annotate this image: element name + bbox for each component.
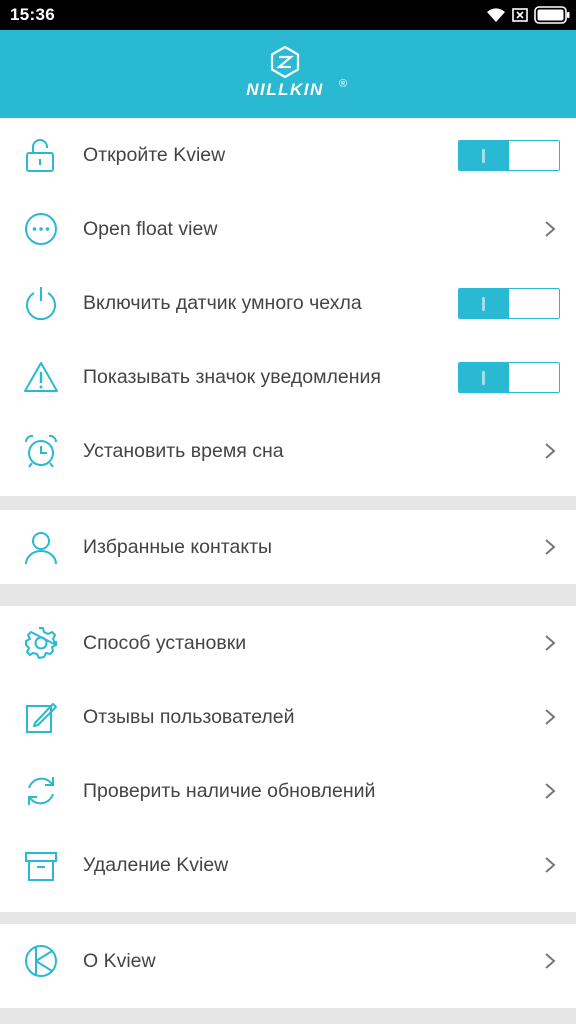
open-float-view-label: Open float view — [83, 218, 218, 240]
chevron-right-icon — [545, 709, 556, 725]
app-header: NILLKIN ® — [0, 30, 576, 118]
status-bar: 15:36 — [0, 0, 576, 30]
logo-text: NILLKIN — [246, 80, 324, 99]
install-method-label: Способ установки — [83, 632, 247, 654]
no-sim-icon — [512, 8, 528, 22]
settings-section-support: Способ установки Отзывы пользователей Пр… — [0, 606, 576, 912]
power-icon — [26, 287, 56, 321]
status-icons — [486, 5, 570, 25]
chevron-right-icon — [545, 443, 556, 459]
toggle-handle — [482, 149, 485, 163]
open-kview-row[interactable]: Откройте Kview — [0, 118, 576, 192]
favorite-contacts-label: Избранные контакты — [83, 536, 273, 558]
kview-logo-icon — [25, 945, 57, 977]
install-method-row[interactable]: Способ установки — [0, 606, 576, 680]
battery-icon — [534, 6, 570, 24]
logo-registered-mark: ® — [339, 78, 348, 90]
notification-icon-label: Показывать значок уведомления — [83, 366, 381, 388]
person-icon — [25, 532, 57, 565]
open-float-view-row[interactable]: Open float view — [0, 192, 576, 266]
notification-icon-row[interactable]: Показывать значок уведомления — [0, 340, 576, 414]
refresh-icon — [28, 777, 54, 805]
sleep-time-row[interactable]: Установить время сна — [0, 414, 576, 488]
settings-section-contacts: Избранные контакты — [0, 510, 576, 584]
status-time: 15:36 — [10, 5, 55, 24]
smart-case-sensor-toggle[interactable] — [458, 288, 560, 319]
user-feedback-label: Отзывы пользователей — [83, 706, 295, 728]
unlock-icon — [26, 139, 54, 172]
check-updates-row[interactable]: Проверить наличие обновлений — [0, 754, 576, 828]
chevron-right-icon — [545, 783, 556, 799]
wifi-icon — [487, 8, 505, 22]
warning-icon — [24, 362, 58, 392]
chevron-right-icon — [545, 857, 556, 873]
chevron-right-icon — [545, 539, 556, 555]
settings-section-main: Откройте Kview Open float view Включить … — [0, 118, 576, 496]
smart-case-sensor-label: Включить датчик умного чехла — [83, 292, 362, 314]
uninstall-kview-label: Удаление Kview — [83, 854, 229, 876]
about-kview-label: О Kview — [83, 950, 156, 972]
user-feedback-row[interactable]: Отзывы пользователей — [0, 680, 576, 754]
toggle-handle — [482, 297, 485, 311]
ellipsis-circle-icon — [25, 213, 57, 245]
settings-icon — [25, 627, 57, 659]
smart-case-sensor-row[interactable]: Включить датчик умного чехла — [0, 266, 576, 340]
edit-icon — [26, 703, 57, 733]
archive-box-icon — [25, 852, 57, 881]
favorite-contacts-row[interactable]: Избранные контакты — [0, 510, 576, 584]
toggle-handle — [482, 371, 485, 385]
check-updates-label: Проверить наличие обновлений — [83, 780, 376, 802]
chevron-right-icon — [545, 635, 556, 651]
notification-icon-toggle[interactable] — [458, 362, 560, 393]
nillkin-logo: NILLKIN ® — [225, 46, 355, 106]
open-kview-toggle[interactable] — [458, 140, 560, 171]
settings-section-about: О Kview — [0, 924, 576, 1008]
open-kview-label: Откройте Kview — [83, 144, 226, 166]
nillkin-emblem-icon — [270, 46, 300, 78]
alarm-clock-icon — [24, 434, 58, 468]
sleep-time-label: Установить время сна — [83, 440, 284, 462]
chevron-right-icon — [545, 953, 556, 969]
uninstall-kview-row[interactable]: Удаление Kview — [0, 828, 576, 902]
about-kview-row[interactable]: О Kview — [0, 924, 576, 998]
chevron-right-icon — [545, 221, 556, 237]
